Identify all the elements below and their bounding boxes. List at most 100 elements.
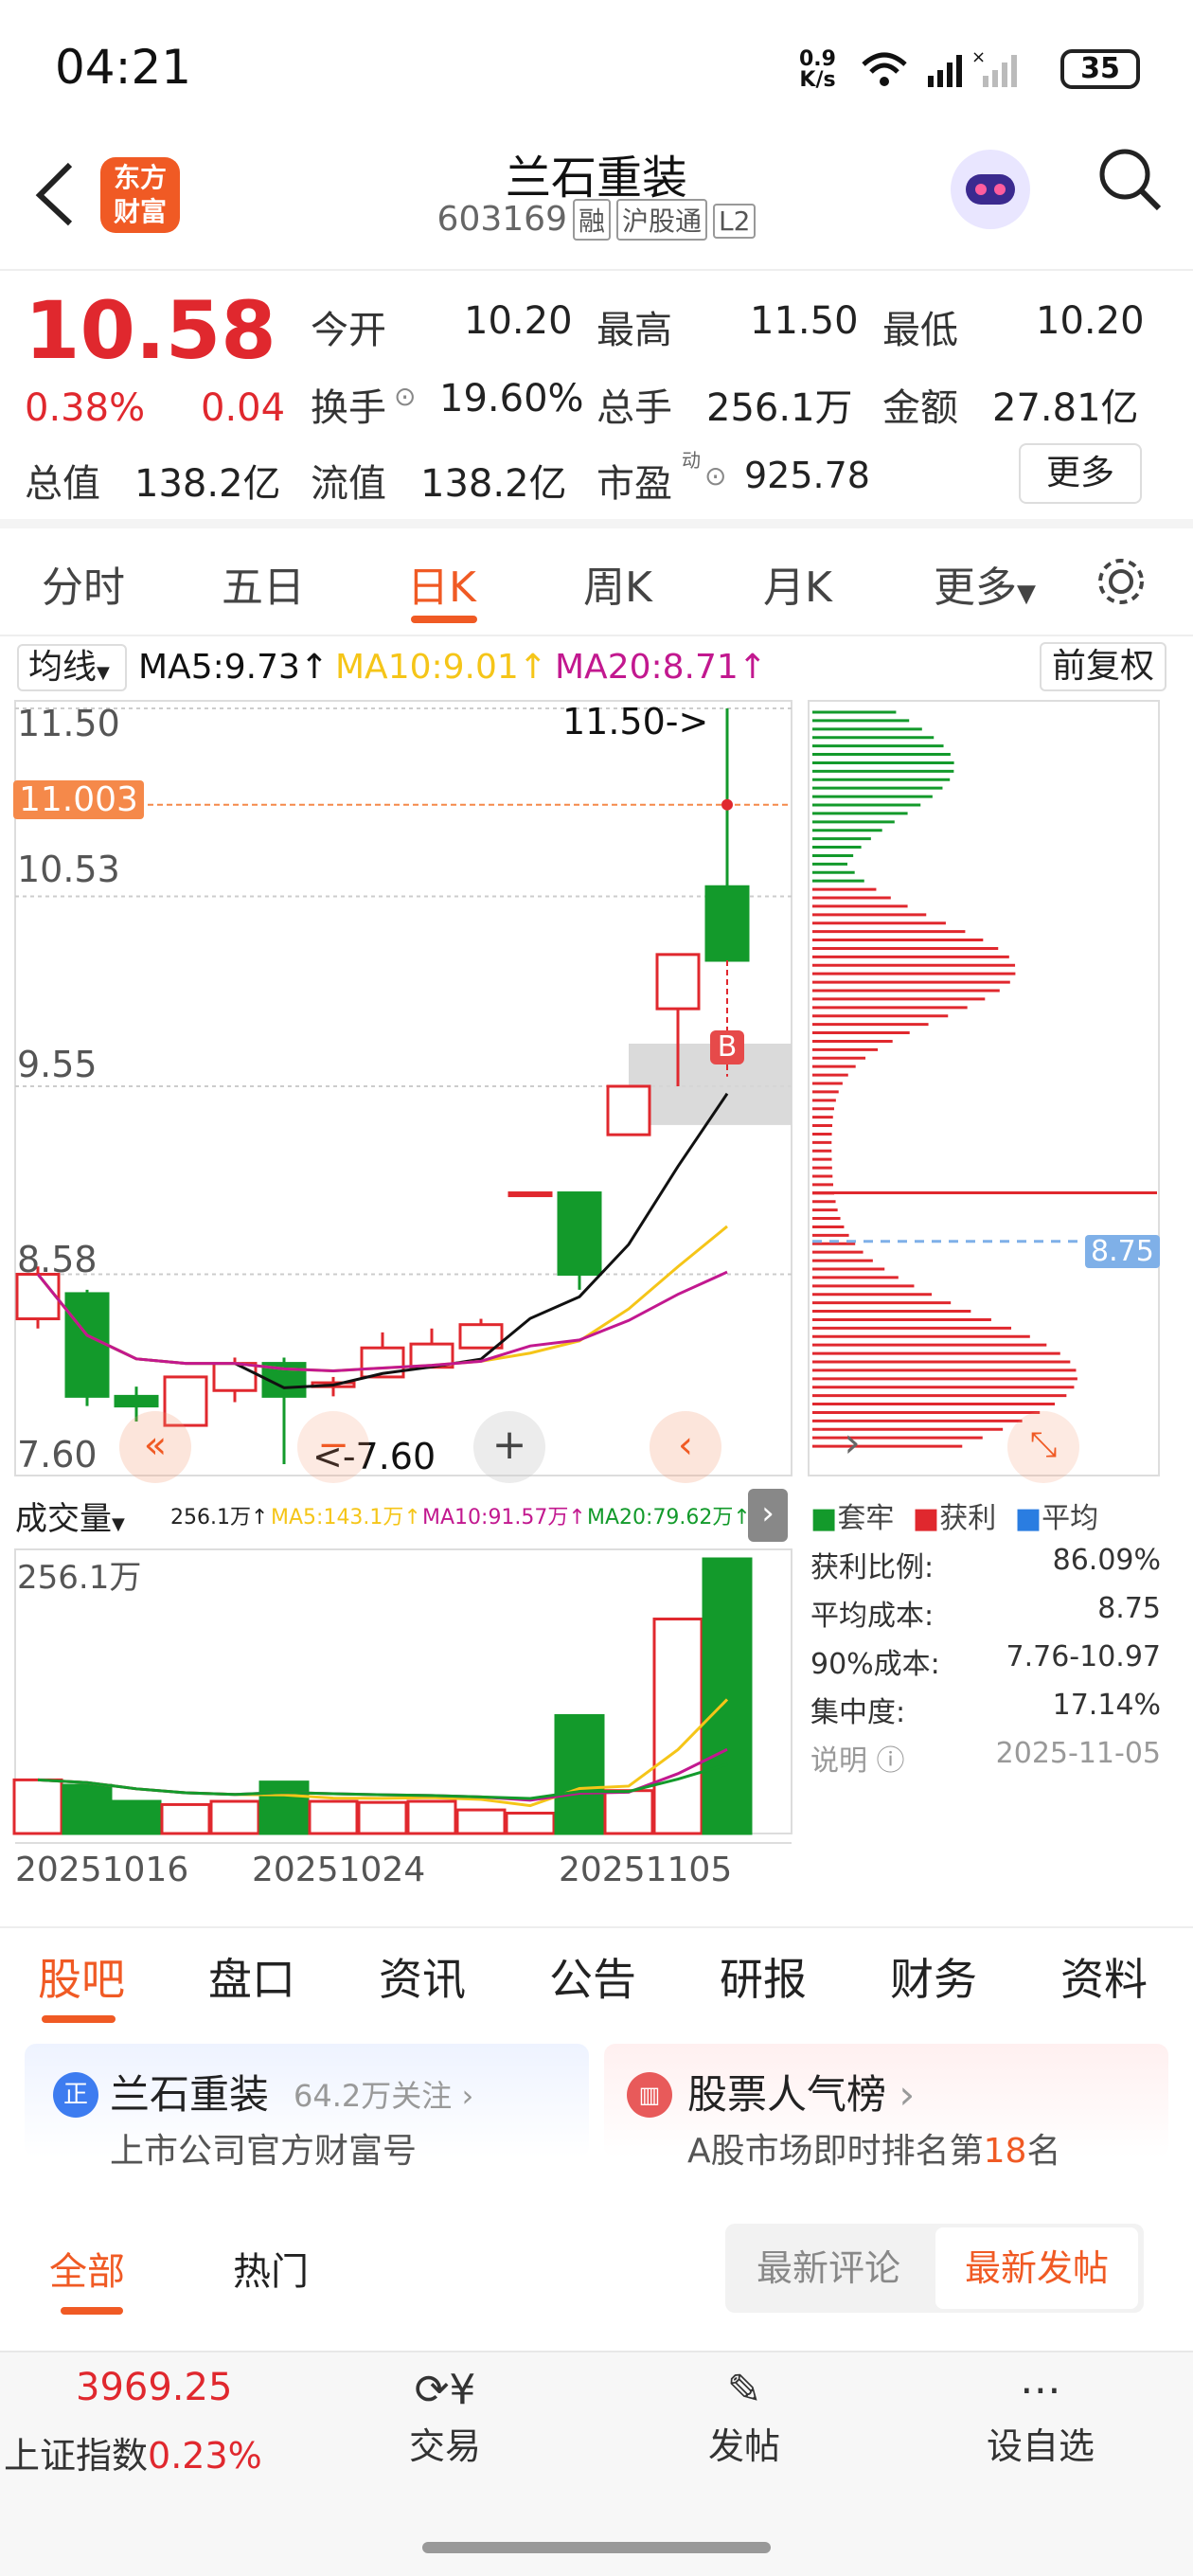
official-title: 兰石重装 bbox=[110, 2071, 270, 2118]
last-price: 10.58 bbox=[25, 284, 276, 377]
tab-financials[interactable]: 财务 bbox=[890, 1945, 977, 2008]
legend-trapped: 套牢 bbox=[837, 1502, 895, 1535]
volume-bar bbox=[652, 1618, 703, 1835]
volume-value: 256.1万↑ bbox=[170, 1506, 269, 1530]
watchlist-label: 设自选 bbox=[986, 2425, 1095, 2467]
tab-forum[interactable]: 股吧 bbox=[38, 1945, 125, 2008]
caret-down-icon: ▼ bbox=[97, 663, 110, 683]
volume-ma5-value: MA5:143.1万 bbox=[271, 1506, 404, 1530]
more-quote-button[interactable]: 更多 bbox=[1019, 443, 1142, 504]
chip-pane-border bbox=[808, 700, 1160, 1476]
candle-body bbox=[114, 1394, 159, 1408]
volume-bar bbox=[406, 1799, 457, 1835]
ma-selector[interactable]: 均线▼ bbox=[17, 644, 127, 691]
volume-bar bbox=[702, 1557, 753, 1835]
post-button[interactable]: ✎ 发帖 bbox=[697, 2364, 792, 2469]
open-value: 10.20 bbox=[464, 299, 573, 343]
volume-bar bbox=[308, 1799, 359, 1835]
tab-news[interactable]: 资讯 bbox=[379, 1945, 466, 2008]
tab-five-day[interactable]: 五日 bbox=[222, 553, 305, 614]
price-axis-label-3: 9.55 bbox=[17, 1044, 98, 1085]
ranking-chart-icon: ▥ bbox=[627, 2072, 672, 2118]
volume-bar bbox=[455, 1808, 507, 1835]
change-amount: 0.04 bbox=[201, 386, 286, 430]
chip-stat-row: 平均成本: 8.75 bbox=[810, 1592, 1161, 1640]
ma20-value: MA20:8.71 bbox=[555, 648, 739, 687]
x-label-3: 20251105 bbox=[559, 1851, 733, 1889]
volume-selector[interactable]: 成交量▼ bbox=[15, 1493, 125, 1539]
index-pct: 0.23% bbox=[148, 2435, 262, 2477]
low-value: 10.20 bbox=[1036, 299, 1145, 343]
candle-body bbox=[606, 1084, 651, 1136]
caret-down-icon: ▼ bbox=[1017, 580, 1036, 608]
tab-profile[interactable]: 资料 bbox=[1060, 1945, 1148, 2008]
avg-cost-tag: 8.75 bbox=[1085, 1235, 1160, 1268]
volume-ma10: MA10:91.57万↑ bbox=[422, 1506, 586, 1530]
chip-stats: 获利比例: 86.09% 平均成本: 8.75 90%成本: 7.76-10.97 集… bbox=[810, 1544, 1161, 1785]
zoom-out-icon[interactable]: − bbox=[297, 1411, 369, 1483]
filter-all[interactable]: 全部 bbox=[49, 2241, 125, 2296]
robot-avatar-icon[interactable] bbox=[943, 142, 1038, 237]
pe-superscript: 动 bbox=[682, 449, 701, 472]
index-row[interactable]: 上证指数0.23% bbox=[4, 2426, 262, 2478]
official-followers: 64.2万关注 › bbox=[294, 2072, 473, 2116]
chip-date: 2025-11-05 bbox=[995, 1737, 1161, 1770]
change-percent: 0.38% bbox=[25, 386, 146, 430]
tab-intraday[interactable]: 分时 bbox=[42, 553, 125, 614]
zoom-in-icon[interactable]: + bbox=[473, 1411, 545, 1483]
add-watchlist-button[interactable]: ⋯ 设自选 bbox=[979, 2364, 1102, 2469]
tab-more[interactable]: 更多▼ bbox=[934, 553, 1036, 614]
adjust-button[interactable]: 前复权 bbox=[1040, 642, 1166, 691]
info-icon[interactable]: ⊙ bbox=[394, 381, 416, 412]
tab-monthly-k[interactable]: 月K bbox=[763, 553, 832, 614]
signal-icons: × bbox=[862, 47, 1017, 87]
chip-stat-label: 90%成本: bbox=[810, 1648, 940, 1681]
index-value: 3969.25 bbox=[76, 2366, 233, 2409]
volume-bar bbox=[505, 1811, 556, 1835]
forum-tab-indicator bbox=[42, 2015, 116, 2023]
volume-ma20-value: MA20:79.62万 bbox=[587, 1506, 734, 1530]
volume-value: 256.1万 bbox=[706, 386, 853, 430]
official-account-card[interactable]: 正 兰石重装 64.2万关注 › 上市公司官方财富号 bbox=[25, 2044, 589, 2171]
battery-indicator: 35 bbox=[1060, 49, 1140, 89]
chevron-right-icon: › bbox=[461, 2078, 474, 2114]
amount-label: 金额 bbox=[882, 386, 958, 430]
tab-orderbook[interactable]: 盘口 bbox=[208, 1945, 295, 2008]
tab-research[interactable]: 研报 bbox=[720, 1945, 807, 2008]
buy-marker[interactable]: B bbox=[710, 1030, 744, 1064]
chip-prev-icon[interactable]: › bbox=[824, 1417, 881, 1474]
candle-body bbox=[64, 1292, 110, 1398]
popularity-subtitle: A股市场即时排名第18名 bbox=[687, 2123, 1060, 2173]
crosshair-price-tag: 11.003 bbox=[13, 780, 144, 819]
tab-daily-k[interactable]: 日K bbox=[407, 553, 476, 614]
open-label: 今开 bbox=[311, 309, 386, 352]
chip-note-row[interactable]: 说明 ⓘ 2025-11-05 bbox=[810, 1737, 1161, 1785]
turnover-value: 19.60% bbox=[439, 377, 584, 420]
ma20-label: MA20:8.71↑ bbox=[555, 648, 767, 687]
tab-announcements[interactable]: 公告 bbox=[549, 1945, 636, 2008]
legend-average: 平均 bbox=[1042, 1502, 1099, 1535]
low-label: 最低 bbox=[882, 309, 958, 352]
trade-button[interactable]: ⟳¥ 交易 bbox=[398, 2364, 492, 2469]
tab-weekly-k[interactable]: 周K bbox=[583, 553, 652, 614]
cell-signal-2-icon: × bbox=[971, 47, 1017, 87]
filter-hot[interactable]: 热门 bbox=[233, 2241, 309, 2296]
expand-icon[interactable]: ⤡ bbox=[1007, 1411, 1079, 1483]
volume-bar bbox=[111, 1799, 162, 1835]
sort-latest-post[interactable]: 最新发帖 bbox=[935, 2227, 1138, 2309]
sort-latest-comment[interactable]: 最新评论 bbox=[725, 2224, 932, 2313]
ma10-label: MA10:9.01↑ bbox=[335, 648, 547, 687]
home-indicator bbox=[422, 2542, 771, 2553]
expand-right-icon[interactable]: › bbox=[748, 1489, 788, 1542]
chip-stat-label: 集中度: bbox=[810, 1696, 906, 1729]
popularity-card[interactable]: ▥ 股票人气榜 › A股市场即时排名第18名 bbox=[604, 2044, 1168, 2171]
search-icon[interactable] bbox=[1093, 142, 1168, 218]
high-label: 最高 bbox=[596, 309, 672, 352]
scroll-left-icon[interactable]: ‹ bbox=[650, 1411, 721, 1483]
pe-info-icon[interactable]: ⊙ bbox=[704, 460, 726, 492]
settings-gear-icon[interactable] bbox=[1093, 553, 1149, 610]
chip-stat-label: 平均成本: bbox=[810, 1600, 935, 1633]
cell-signal-icon bbox=[928, 55, 962, 87]
scroll-left-fast-icon[interactable]: « bbox=[119, 1411, 191, 1483]
chip-stat-row: 集中度: 17.14% bbox=[810, 1689, 1161, 1737]
